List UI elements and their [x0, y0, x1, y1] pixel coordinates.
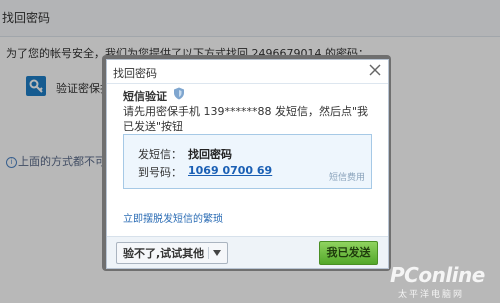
- watermark-subtitle: 太平洋电脑网: [398, 290, 465, 300]
- target-number-link[interactable]: 1069 0700 69: [188, 164, 272, 177]
- shield-icon: [174, 87, 184, 100]
- sms-info-box: 发短信： 找回密码 到号码： 1069 0700 69 短信费用: [123, 134, 372, 189]
- dialog-footer: 验不了,试试其他 我已发送: [107, 236, 388, 268]
- dialog-title: 找回密码: [113, 67, 157, 80]
- try-other-methods-button[interactable]: 验不了,试试其他: [116, 242, 229, 264]
- send-content-value: 找回密码: [188, 148, 232, 161]
- site-watermark: PConline 太平洋电脑网: [380, 263, 500, 303]
- dialog-divider: [107, 83, 388, 84]
- sent-button[interactable]: 我已发送: [319, 241, 378, 265]
- sms-fee-note: 短信费用: [328, 173, 365, 183]
- button-separator: [208, 247, 210, 259]
- watermark-brand: PConline: [390, 263, 485, 287]
- close-icon[interactable]: [368, 63, 382, 77]
- sms-verification-dialog: 找回密码 短信验证 请先用密保手机 139******88 发短信，然后点"我已…: [106, 59, 389, 269]
- chevron-down-icon: [213, 250, 222, 256]
- try-other-label: 验不了,试试其他: [123, 247, 205, 260]
- instruction-text: 请先用密保手机 139******88 发短信，然后点"我已发送"按钮: [123, 105, 369, 133]
- section-title: 短信验证: [123, 90, 167, 103]
- sms-help-link[interactable]: 立即摆脱发短信的繁琐: [123, 210, 223, 225]
- send-content-label: 发短信：: [138, 148, 182, 161]
- target-number-label: 到号码：: [138, 166, 182, 179]
